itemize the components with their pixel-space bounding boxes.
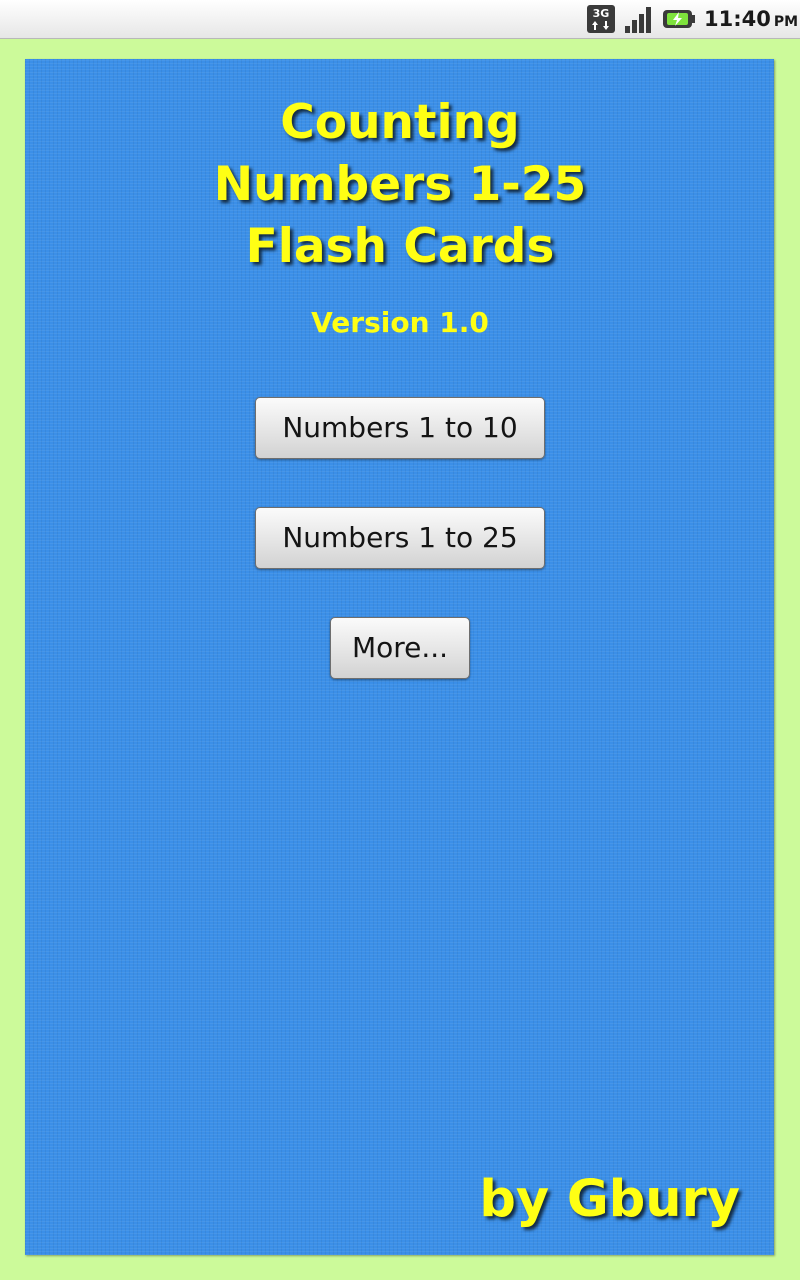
network-3g-icon: 3G: [587, 5, 615, 33]
network-3g-label: 3G: [593, 7, 610, 20]
signal-strength-icon: [625, 7, 651, 33]
status-bar: 3G 11:40 PM: [0, 0, 800, 39]
app-title-line-3: Flash Cards: [245, 219, 555, 274]
numbers-1-to-25-button[interactable]: Numbers 1 to 25: [255, 507, 545, 569]
battery-charging-icon: [663, 10, 695, 28]
more-button[interactable]: More...: [330, 617, 470, 679]
status-clock: 11:40 PM: [704, 5, 798, 36]
app-title: Counting Numbers 1-25 Flash Cards: [0, 92, 800, 278]
numbers-1-to-10-button[interactable]: Numbers 1 to 10: [255, 397, 545, 459]
author-label: by Gbury: [479, 1170, 740, 1229]
version-label: Version 1.0: [311, 306, 489, 339]
app-title-line-2: Numbers 1-25: [213, 157, 587, 212]
app-title-line-1: Counting: [280, 95, 520, 150]
status-time-value: 11:40: [704, 7, 771, 31]
status-time-ampm: PM: [773, 14, 799, 30]
